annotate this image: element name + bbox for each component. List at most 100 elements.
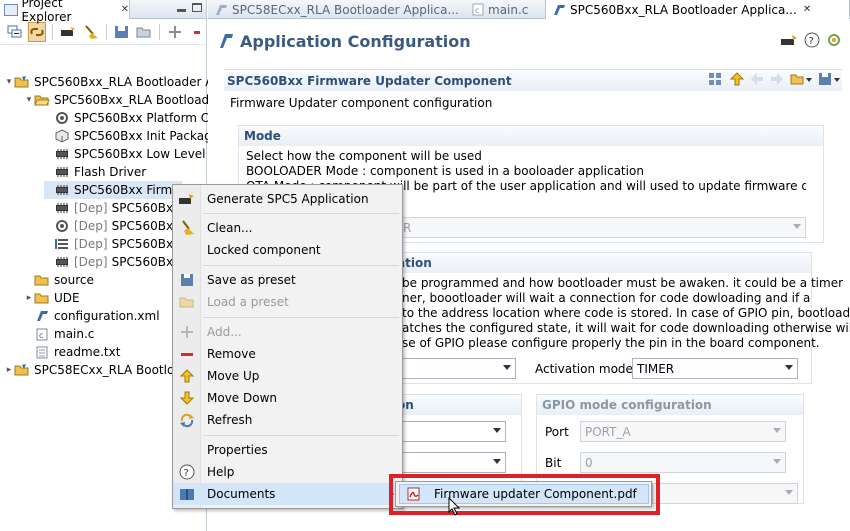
- book-icon: [173, 487, 201, 501]
- broom-icon: [84, 24, 98, 39]
- tree-item[interactable]: ▸ SPC58ECxx_RLA Bootloade: [4, 361, 197, 379]
- tree-item[interactable]: c main.c: [24, 325, 94, 343]
- menu-item-generate-spc5-application[interactable]: Generate SPC5 Application: [173, 188, 402, 210]
- chevron-down-icon: [493, 459, 501, 464]
- expand-arrow-icon[interactable]: ▸: [24, 293, 34, 303]
- menu-item-add[interactable]: Add...: [173, 321, 402, 343]
- up-arrow-icon[interactable]: [730, 72, 744, 86]
- minimize-icon[interactable]: [177, 9, 186, 12]
- st-logo-icon: [34, 309, 50, 323]
- gpio-group-title: GPIO mode configuration: [537, 395, 803, 415]
- menu-item-load-a-preset[interactable]: Load a preset: [173, 291, 402, 313]
- editor-tab-spc560bxx[interactable]: SPC560Bxx_RLA Bootloader Applica... ✕: [545, 0, 850, 19]
- menu-item-label: Save as preset: [207, 273, 296, 287]
- context-menu: Generate SPC5 Application Clean... Locked …: [172, 184, 403, 509]
- mode-select[interactable]: R: [398, 217, 806, 238]
- tree-item[interactable]: [Dep] SPC560Bx: [44, 235, 173, 253]
- grid-icon[interactable]: [708, 72, 724, 86]
- menu-item-locked-component[interactable]: Locked component: [173, 239, 402, 261]
- save-icon[interactable]: [818, 72, 842, 86]
- left-config-select-2[interactable]: [398, 452, 506, 473]
- tree-item[interactable]: [Dep] SPC560Bx: [44, 217, 173, 235]
- tree-item[interactable]: readme.txt: [24, 343, 120, 361]
- chevron-down-icon: [793, 224, 801, 229]
- text-file-icon: [34, 345, 50, 359]
- gpio-bit-select[interactable]: 0: [580, 452, 786, 473]
- menu-item-save-as-preset[interactable]: Save as preset: [173, 269, 402, 291]
- settings-icon[interactable]: [826, 32, 842, 48]
- tree-item[interactable]: [Dep] SPC560Bx: [44, 253, 173, 271]
- tree-item-label: SPC560Bxx_RLA Bootloader Ap: [34, 75, 222, 89]
- close-icon[interactable]: ✕: [121, 4, 129, 15]
- tree-item[interactable]: configuration.xml: [24, 307, 160, 325]
- tree-item[interactable]: ▸ UDE: [24, 289, 80, 307]
- menu-separator: [203, 213, 399, 214]
- activation-mode-select[interactable]: TIMER: [632, 358, 798, 379]
- magic-wand-icon[interactable]: [780, 32, 798, 48]
- folder-icon: [34, 291, 50, 305]
- menu-item-label: Documents: [207, 487, 276, 501]
- menu-item-clean[interactable]: Clean...: [173, 217, 402, 239]
- expand-arrow-icon[interactable]: ▾: [4, 77, 14, 87]
- menu-item-move-down[interactable]: Move Down: [173, 387, 402, 409]
- tree-item[interactable]: SPC560Bxx Platform Co: [44, 109, 217, 127]
- tree-item[interactable]: Flash Driver: [44, 163, 146, 181]
- menu-item-properties[interactable]: Properties: [173, 439, 402, 461]
- editor-tab-spc58ecxx[interactable]: SPC58ECxx_RLA Bootloader Applica...: [208, 0, 463, 19]
- magic-wand-icon: [173, 192, 201, 206]
- folder-icon: [173, 295, 201, 309]
- maximize-icon[interactable]: [192, 3, 202, 12]
- add-toolbar-button[interactable]: [166, 22, 184, 42]
- menu-item-label: Add...: [207, 325, 242, 339]
- package-icon: [54, 129, 70, 143]
- tree-item[interactable]: ▾ SPC560Bxx_RLA Bootloader: [24, 91, 222, 109]
- save-icon: [114, 25, 128, 38]
- dependency-prefix: [Dep]: [74, 237, 108, 251]
- menu-separator: [203, 435, 399, 436]
- editor-tab-main-c[interactable]: c main.c: [466, 0, 546, 19]
- save-toolbar-button[interactable]: [113, 22, 131, 42]
- svg-text:?: ?: [809, 36, 814, 47]
- chevron-down-icon: [785, 365, 793, 370]
- left-config-select-1[interactable]: [398, 421, 506, 442]
- explorer-window-buttons: [177, 3, 202, 12]
- menu-item-label: Clean...: [207, 221, 253, 235]
- menu-item-help[interactable]: ? Help: [173, 461, 402, 483]
- link-icon: [30, 27, 44, 36]
- back-arrow-icon[interactable]: [750, 72, 764, 86]
- section-icons: [708, 72, 842, 86]
- close-icon[interactable]: ✕: [803, 4, 811, 15]
- open-folder-icon[interactable]: [790, 72, 812, 86]
- gpio-state-select[interactable]: [652, 483, 798, 504]
- project-explorer-tab[interactable]: Project Explorer ✕: [0, 0, 130, 24]
- menu-item-label: Generate SPC5 Application: [207, 192, 369, 206]
- tree-item[interactable]: SPC560Bxx Firmw: [44, 181, 182, 199]
- clean-toolbar-button[interactable]: [82, 22, 100, 42]
- menu-item-refresh[interactable]: Refresh: [173, 409, 402, 431]
- tree-item[interactable]: source: [24, 271, 94, 289]
- help-icon[interactable]: ?: [804, 32, 820, 48]
- load-toolbar-button[interactable]: [135, 22, 153, 42]
- menu-item-move-up[interactable]: Move Up: [173, 365, 402, 387]
- collapse-all-button[interactable]: [6, 22, 24, 42]
- activation-mode-label: Activation mode: [535, 362, 633, 376]
- activation-left-select[interactable]: [398, 358, 516, 379]
- generate-toolbar-button[interactable]: [59, 22, 77, 42]
- st-logo-icon: [216, 4, 227, 15]
- link-with-editor-button[interactable]: [28, 21, 47, 42]
- tree-item[interactable]: ▾ SPC560Bxx_RLA Bootloader Ap: [4, 73, 221, 91]
- expand-arrow-icon[interactable]: ▾: [24, 95, 34, 105]
- list-icon: [54, 237, 70, 251]
- remove-toolbar-button[interactable]: [188, 22, 206, 42]
- menu-item-documents[interactable]: Documents: [173, 483, 402, 505]
- gpio-port-select[interactable]: PORT_A: [580, 421, 786, 442]
- tree-item[interactable]: SPC560Bxx Init Package: [44, 127, 219, 145]
- component-section-title: SPC560Bxx Firmware Updater Component: [227, 73, 512, 88]
- tree-item[interactable]: [Dep] SPC560Bx: [44, 199, 173, 217]
- tree-item-label: SPC560Bxx Firmw: [74, 183, 182, 197]
- menu-item-remove[interactable]: Remove: [173, 343, 402, 365]
- tree-item[interactable]: SPC560Bxx Low Level D: [44, 145, 219, 163]
- expand-arrow-icon[interactable]: ▸: [4, 365, 14, 375]
- gpio-port-label: Port: [545, 425, 569, 439]
- forward-arrow-icon[interactable]: [770, 72, 784, 86]
